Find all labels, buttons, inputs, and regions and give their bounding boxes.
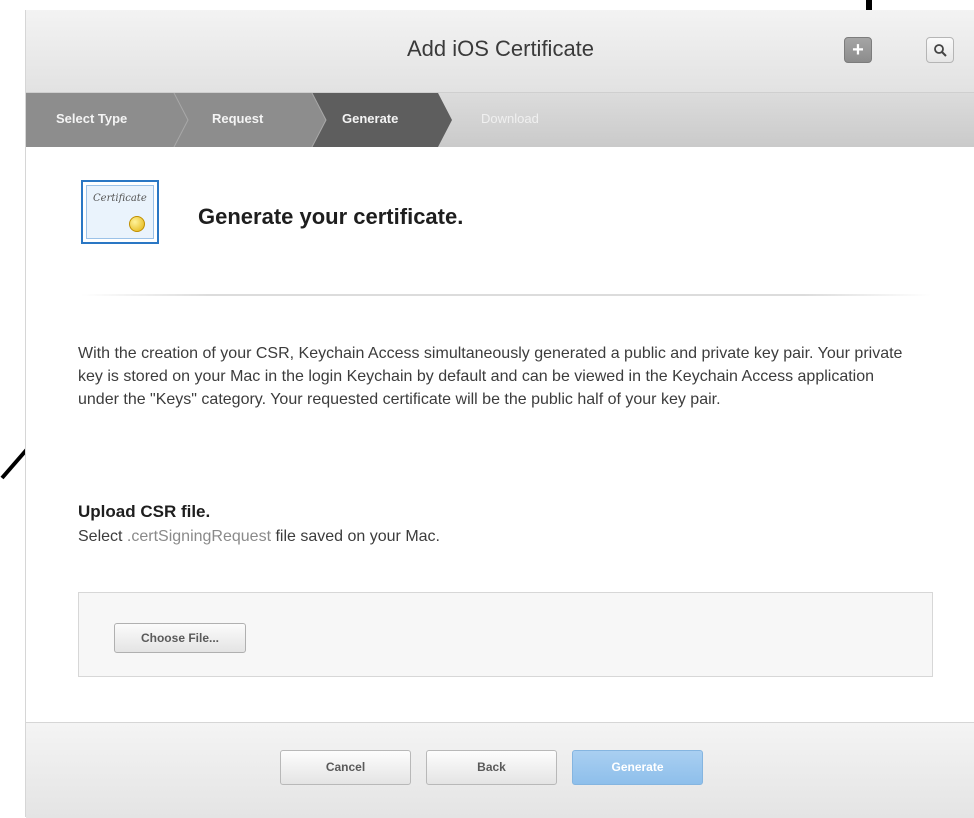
- step-generate: Generate: [342, 111, 399, 126]
- title-bar: Add iOS Certificate +: [26, 10, 974, 93]
- seal-icon: [129, 216, 145, 232]
- footer-bar: Cancel Back Generate: [26, 722, 974, 818]
- add-button[interactable]: +: [844, 37, 872, 63]
- generate-button[interactable]: Generate: [572, 750, 703, 785]
- back-button[interactable]: Back: [426, 750, 557, 785]
- upload-title: Upload CSR file.: [78, 502, 211, 521]
- cancel-button[interactable]: Cancel: [280, 750, 411, 785]
- search-button[interactable]: [926, 37, 954, 63]
- choose-file-button[interactable]: Choose File...: [114, 623, 246, 653]
- file-extension: .certSigningRequest: [126, 528, 272, 545]
- step-select-type: Select Type: [56, 111, 128, 126]
- search-icon: [934, 44, 947, 57]
- step-download: Download: [481, 111, 539, 126]
- step-request: Request: [212, 111, 264, 126]
- plus-icon: +: [852, 38, 864, 61]
- certificate-icon: Certificate: [81, 180, 159, 244]
- section-heading: Generate your certificate.: [198, 204, 464, 229]
- description-text: With the creation of your CSR, Keychain …: [78, 345, 903, 408]
- certificate-panel: Add iOS Certificate + Select Type Reques…: [25, 10, 974, 818]
- upload-description: Select .certSigningRequest file saved on…: [78, 528, 440, 545]
- divider: [81, 294, 931, 296]
- upload-area: Choose File...: [78, 592, 933, 677]
- page-title: Add iOS Certificate: [406, 36, 595, 61]
- progress-steps: Select Type Request Generate Download: [26, 93, 974, 147]
